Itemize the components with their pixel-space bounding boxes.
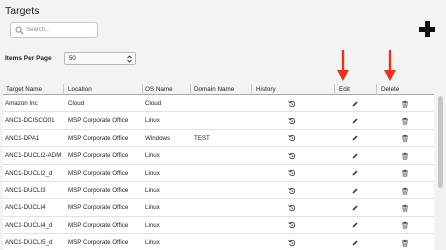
cell-os-name: Linux	[145, 169, 160, 177]
table-row[interactable]: ANC1-DUCLI2_d MSP Corporate Office Linux	[3, 165, 434, 182]
cell-target-name: ANC1-DUCLI2-ADM	[5, 152, 62, 160]
column-header-history: History	[256, 86, 276, 93]
search-box[interactable]	[10, 22, 98, 38]
trash-icon[interactable]	[401, 134, 409, 142]
pencil-icon[interactable]	[351, 221, 359, 229]
trash-icon[interactable]	[401, 239, 409, 247]
history-icon[interactable]	[288, 117, 296, 125]
select-arrows-icon	[127, 55, 132, 63]
trash-icon[interactable]	[401, 204, 409, 212]
history-icon[interactable]	[288, 204, 296, 212]
column-header-domain-name[interactable]: Domain Name	[194, 86, 234, 93]
table-row[interactable]: Amazon Inc Cloud Cloud	[3, 95, 434, 113]
pencil-icon[interactable]	[351, 117, 359, 125]
page-title: Targets	[5, 5, 40, 17]
pencil-icon[interactable]	[351, 100, 359, 108]
add-target-button[interactable]	[419, 21, 435, 37]
history-icon[interactable]	[288, 221, 296, 229]
table-row[interactable]: ANC1-DPA1 MSP Corporate Office Windows T…	[3, 130, 434, 148]
cell-target-name: ANC1-DUCLI4_d	[5, 221, 53, 229]
targets-table: Target Name Location OS Name Domain Name…	[3, 84, 446, 250]
table-row[interactable]: ANC1-DUCLI2-ADM MSP Corporate Office Lin…	[3, 147, 434, 165]
cell-os-name: Linux	[145, 117, 160, 125]
cell-location: Cloud	[68, 100, 85, 107]
history-icon[interactable]	[288, 187, 296, 195]
cell-target-name: ANC1-DUCLI3	[5, 187, 46, 194]
table-row[interactable]: ANC1-DUCLI4_d MSP Corporate Office Linux	[3, 217, 434, 235]
trash-icon[interactable]	[401, 100, 409, 108]
column-header-delete: Delete	[381, 86, 400, 93]
cell-location: MSP Corporate Office	[68, 152, 129, 160]
history-icon[interactable]	[288, 100, 296, 108]
table-row[interactable]: ANC1-DUCLI5_d MSP Corporate Office Linux	[3, 234, 434, 250]
items-per-page-label: Items Per Page	[5, 55, 52, 62]
trash-icon[interactable]	[401, 169, 409, 177]
cell-location: MSP Corporate Office	[68, 187, 129, 194]
column-header-target-name[interactable]: Target Name	[6, 86, 42, 93]
table-row[interactable]: ANC1-DCISCO01 MSP Corporate Office Linux	[3, 112, 434, 130]
cell-target-name: ANC1-DCISCO01	[5, 117, 55, 125]
table-row[interactable]: ANC1-DUCLI4 MSP Corporate Office Linux	[3, 199, 434, 217]
search-input[interactable]	[26, 24, 96, 36]
cell-location: MSP Corporate Office	[68, 221, 129, 229]
cell-location: MSP Corporate Office	[68, 134, 129, 142]
cell-os-name: Cloud	[145, 100, 162, 107]
pencil-icon[interactable]	[351, 187, 359, 195]
pencil-icon[interactable]	[351, 152, 359, 160]
cell-os-name: Linux	[145, 239, 160, 247]
column-header-location[interactable]: Location	[68, 86, 92, 93]
pencil-icon[interactable]	[351, 239, 359, 247]
cell-domain-name: TEST	[194, 134, 210, 142]
pencil-icon[interactable]	[351, 169, 359, 177]
history-icon[interactable]	[288, 134, 296, 142]
table-body: Amazon Inc Cloud Cloud ANC1-DCISCO01 MSP…	[3, 95, 434, 250]
scrollbar-thumb[interactable]	[437, 96, 443, 188]
trash-icon[interactable]	[401, 117, 409, 125]
trash-icon[interactable]	[401, 221, 409, 229]
cell-target-name: ANC1-DUCLI5_d	[5, 239, 53, 247]
search-icon	[15, 26, 24, 35]
pencil-icon[interactable]	[351, 134, 359, 142]
trash-icon[interactable]	[401, 187, 409, 195]
cell-os-name: Windows	[145, 134, 171, 142]
cell-location: MSP Corporate Office	[68, 169, 129, 177]
column-header-edit: Edit	[339, 86, 350, 93]
table-scrollbar[interactable]	[437, 95, 443, 250]
pencil-icon[interactable]	[351, 204, 359, 212]
history-icon[interactable]	[288, 169, 296, 177]
table-header: Target Name Location OS Name Domain Name…	[3, 84, 434, 95]
column-header-os-name[interactable]: OS Name	[145, 86, 173, 93]
items-per-page-value: 50	[69, 55, 76, 62]
cell-target-name: Amazon Inc	[5, 100, 38, 107]
items-per-page-select[interactable]: 50	[64, 52, 136, 65]
cell-os-name: Linux	[145, 204, 160, 212]
trash-icon[interactable]	[401, 152, 409, 160]
red-arrow-edit-annotation	[337, 50, 349, 81]
red-arrow-delete-annotation	[384, 50, 396, 81]
table-row[interactable]: ANC1-DUCLI3 MSP Corporate Office Linux	[3, 182, 434, 200]
cell-location: MSP Corporate Office	[68, 117, 129, 125]
cell-location: MSP Corporate Office	[68, 204, 129, 212]
cell-target-name: ANC1-DUCLI2_d	[5, 169, 53, 177]
cell-os-name: Linux	[145, 152, 160, 160]
cell-target-name: ANC1-DUCLI4	[5, 204, 46, 212]
history-icon[interactable]	[288, 239, 296, 247]
cell-os-name: Linux	[145, 221, 160, 229]
cell-os-name: Linux	[145, 187, 160, 194]
cell-target-name: ANC1-DPA1	[5, 134, 40, 142]
cell-location: MSP Corporate Office	[68, 239, 129, 247]
history-icon[interactable]	[288, 152, 296, 160]
